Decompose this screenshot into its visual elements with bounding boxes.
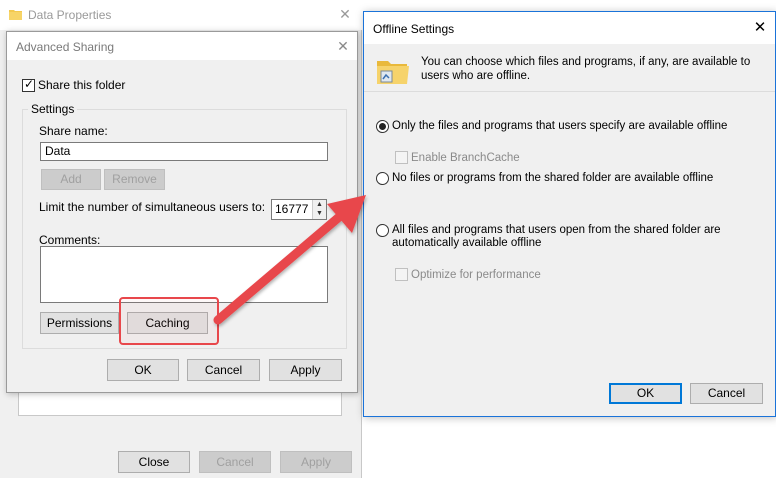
permissions-button[interactable]: Permissions bbox=[40, 312, 119, 334]
cancel-button[interactable]: Cancel bbox=[187, 359, 260, 381]
limit-users-label: Limit the number of simultaneous users t… bbox=[39, 200, 266, 214]
close-icon[interactable]: ✕ bbox=[336, 5, 354, 23]
offline-folder-icon bbox=[377, 61, 409, 84]
cancel-button[interactable]: Cancel bbox=[690, 383, 763, 404]
apply-button[interactable]: Apply bbox=[280, 451, 352, 473]
share-this-folder-label: Share this folder bbox=[38, 78, 126, 92]
spin-down-icon[interactable]: ▼ bbox=[316, 210, 323, 217]
apply-button[interactable]: Apply bbox=[269, 359, 342, 381]
radio-no-files[interactable] bbox=[376, 172, 389, 185]
optimize-performance-checkbox[interactable] bbox=[395, 268, 408, 281]
caching-highlight bbox=[119, 297, 219, 345]
share-this-folder-checkbox[interactable]: ✓ bbox=[22, 77, 35, 92]
data-properties-title: Data Properties bbox=[28, 8, 112, 22]
option-only-specified-label: Only the files and programs that users s… bbox=[392, 120, 728, 132]
remove-button[interactable]: Remove bbox=[104, 169, 165, 190]
option-all-files-label: All files and programs that users open f… bbox=[392, 224, 721, 249]
ok-button[interactable]: OK bbox=[609, 383, 682, 404]
enable-branchcache-label: Enable BranchCache bbox=[411, 152, 520, 164]
checkmark-icon: ✓ bbox=[24, 77, 35, 91]
share-name-label: Share name: bbox=[39, 124, 108, 138]
ok-button[interactable]: OK bbox=[107, 359, 179, 381]
radio-only-specified[interactable] bbox=[376, 120, 389, 133]
spin-up-icon[interactable]: ▲ bbox=[316, 201, 323, 208]
close-icon[interactable]: ✕ bbox=[333, 36, 353, 56]
permissions-list[interactable] bbox=[18, 390, 342, 416]
close-button[interactable]: Close bbox=[118, 451, 190, 473]
cancel-button[interactable]: Cancel bbox=[199, 451, 271, 473]
option-no-files-label: No files or programs from the shared fol… bbox=[392, 172, 714, 184]
separator bbox=[364, 91, 775, 92]
offline-settings-dialog: Offline Settings ✕ You can choose which … bbox=[363, 11, 776, 417]
limit-users-value: 16777 bbox=[275, 202, 309, 216]
optimize-performance-label: Optimize for performance bbox=[411, 269, 541, 281]
enable-branchcache-checkbox[interactable] bbox=[395, 151, 408, 164]
radio-all-files[interactable] bbox=[376, 224, 389, 237]
close-icon[interactable]: ✕ bbox=[750, 18, 770, 38]
add-button[interactable]: Add bbox=[41, 169, 101, 190]
radio-selected-dot bbox=[379, 123, 386, 130]
stepper-arrows[interactable]: ▲ ▼ bbox=[312, 200, 326, 219]
settings-legend: Settings bbox=[28, 102, 78, 116]
offline-settings-title: Offline Settings bbox=[373, 22, 455, 36]
share-name-input[interactable]: Data bbox=[40, 142, 328, 161]
offline-settings-description: You can choose which files and programs,… bbox=[421, 56, 751, 82]
advanced-sharing-title: Advanced Sharing bbox=[16, 40, 115, 54]
folder-icon bbox=[9, 10, 22, 20]
comments-textarea[interactable] bbox=[40, 246, 328, 303]
